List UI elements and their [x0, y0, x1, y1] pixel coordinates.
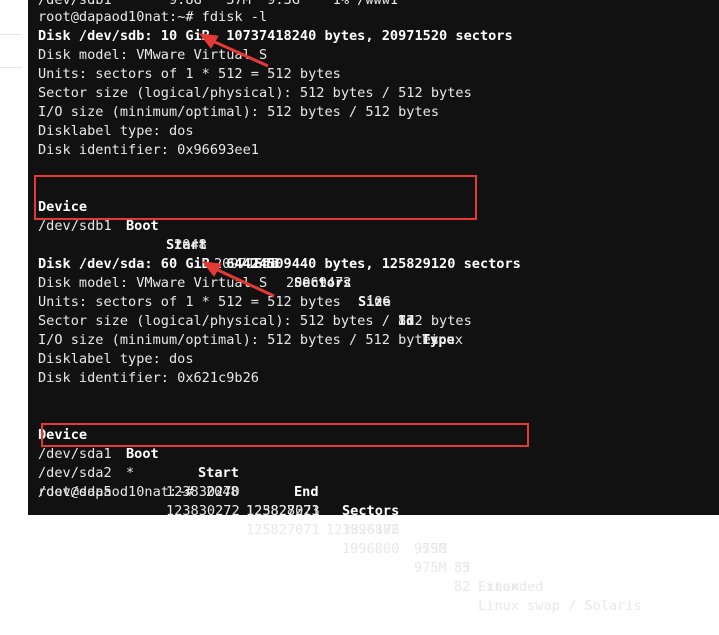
cell-end: 125827071: [246, 522, 320, 538]
cell-size: 975M: [414, 541, 447, 557]
command-line: root@dapaod10nat:~# fdisk -l: [38, 8, 267, 27]
disk-model: Disk model: VMware Virtual S: [38, 47, 268, 63]
page-margin: [0, 0, 28, 515]
table-row: /dev/sda2 123830270 125827071 1996802 97…: [38, 445, 543, 595]
cell-end: 125827071: [246, 503, 320, 519]
col-id: Id: [454, 541, 471, 557]
prompt: root@dapaod10nat:~#: [38, 9, 194, 25]
cell-type: Extended: [478, 579, 544, 595]
col-boot: Boot: [126, 446, 159, 462]
disk-label-type: Disklabel type: dos: [38, 123, 194, 139]
cell-start: 2048: [174, 237, 207, 253]
col-type: Type: [478, 560, 511, 576]
highlight-box-sdb-table: [34, 175, 477, 220]
cell-size: 10G: [366, 294, 391, 310]
margin-divider: [0, 34, 22, 35]
cell-type: Linux swap / Solaris: [478, 598, 642, 614]
disk-io-size: I/O size (minimum/optimal): 512 bytes / …: [38, 104, 440, 120]
cell-id: 82: [454, 579, 471, 595]
disk-units: Units: sectors of 1 * 512 = 512 bytes: [38, 294, 341, 310]
disk-sector-size: Sector size (logical/physical): 512 byte…: [38, 85, 472, 101]
col-start: Start: [198, 465, 239, 481]
cell-boot: *: [126, 465, 135, 481]
col-size: Size: [414, 522, 447, 538]
disk-identifier: Disk identifier: 0x96693ee1: [38, 142, 259, 158]
highlight-box-sda1-row: [41, 423, 529, 447]
disk-model: Disk model: VMware Virtual S: [38, 275, 268, 291]
cell-start: 123830272: [166, 503, 240, 519]
disk-header: Disk /dev/sda: 60 GiB, 64424509440 bytes…: [38, 256, 521, 272]
cell-sectors: 1996802: [342, 522, 400, 538]
margin-divider: [0, 67, 22, 68]
disk-units: Units: sectors of 1 * 512 = 512 bytes: [38, 66, 341, 82]
col-end: End: [294, 484, 319, 500]
cell-sectors: 1996800: [342, 541, 400, 557]
col-sectors: Sectors: [342, 503, 400, 519]
disk-io-size: I/O size (minimum/optimal): 512 bytes / …: [38, 332, 440, 348]
command-text: fdisk -l: [193, 9, 268, 25]
final-prompt: root@dapaod10nat:~#: [38, 484, 194, 500]
terminal-window[interactable]: /dev/sdb1 9.8G 37M 9.3G 1% /www1 root@da…: [28, 0, 719, 614]
cell-sectors: 20969472: [286, 275, 352, 291]
cell-size: 975M: [414, 560, 447, 576]
table-row: /dev/sda5 123830272 125827071 1996800 97…: [38, 464, 642, 614]
cell-id: 5: [462, 560, 471, 576]
disk-sector-size: Sector size (logical/physical): 512 byte…: [38, 313, 472, 329]
disk-header: Disk /dev/sdb: 10 GiB, 10737418240 bytes…: [38, 28, 513, 44]
disk-label-type: Disklabel type: dos: [38, 351, 194, 367]
disk-identifier: Disk identifier: 0x621c9b26: [38, 370, 259, 386]
